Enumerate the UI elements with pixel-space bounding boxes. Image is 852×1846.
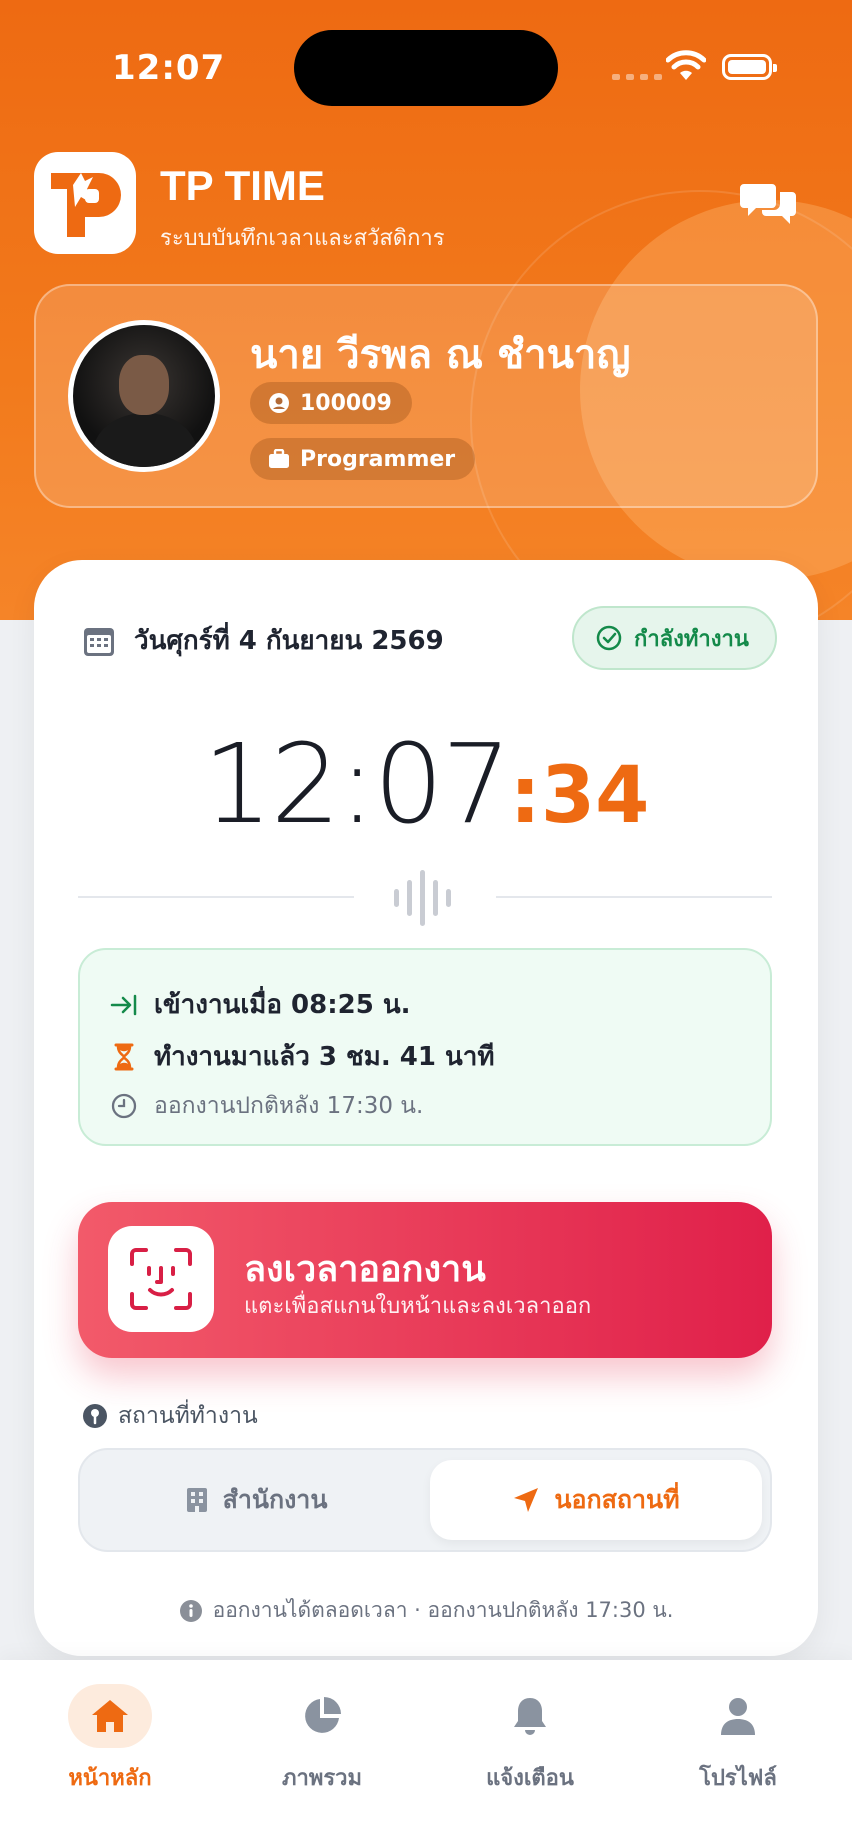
checkin-time: เข้างานเมื่อ 08:25 น. [154,990,411,1020]
normal-out-time: ออกงานปกติหลัง 17:30 น. [154,1093,424,1119]
nav-label: โปรไฟล์ [699,1766,777,1791]
wifi-icon [666,50,706,80]
nav-label: หน้าหลัก [68,1766,152,1791]
bell-icon [514,1698,546,1735]
footnote-text: ออกงานได้ตลอดเวลา · ออกงานปกติหลัง 17:30… [212,1598,674,1622]
nav-item-overview[interactable]: ภาพรวม [232,1684,412,1795]
position-badge: Programmer [250,438,476,480]
location-pin-icon [83,1404,107,1428]
employee-id: 100009 [300,390,392,416]
nav-item-notifications[interactable]: แจ้งเตือน [440,1684,620,1795]
dynamic-island [294,30,558,106]
checkout-subtitle: แตะเพื่อสแกนใบหน้าและลงเวลาออก [244,1294,592,1319]
hourglass-icon [114,1043,134,1070]
worked-line: ทำงานมาแล้ว 3 ชม. 41 นาที [110,1036,495,1077]
nav-item-profile[interactable]: โปรไฟล์ [648,1684,828,1795]
clock-hours-minutes: 12:07 [202,720,512,848]
avatar [68,320,220,472]
checkout-button[interactable]: ลงเวลาออกงาน แตะเพื่อสแกนใบหน้าและลงเวลา… [78,1202,772,1358]
location-option-outside[interactable]: นอกสถานที่ [430,1460,762,1540]
work-info-box: เข้างานเมื่อ 08:25 น. ทำงานมาแล้ว 3 ชม. … [78,948,772,1146]
location-segmented-control: สำนักงาน นอกสถานที่ [78,1448,772,1552]
chat-icon[interactable] [740,178,796,226]
worked-duration: ทำงานมาแล้ว 3 ชม. 41 นาที [154,1042,495,1072]
nav-item-home[interactable]: หน้าหลัก [20,1684,200,1795]
user-circle-icon [269,393,289,413]
info-icon [179,1599,202,1622]
user-icon [721,1698,755,1735]
divider [496,896,772,898]
divider [78,896,354,898]
status-time: 12:07 [112,48,226,88]
navigation-arrow-icon [514,1488,539,1512]
location-label: สถานที่ทำงาน [82,1398,258,1434]
office-label: สำนักงาน [222,1485,328,1514]
building-icon [186,1488,207,1512]
footnote: ออกงานได้ตลอดเวลา · ออกงานปกติหลัง 17:30… [34,1594,818,1627]
employee-id-badge: 100009 [250,382,412,424]
cellular-signal-icon [612,74,662,80]
arrow-in-icon [110,994,137,1015]
waveform-icon [394,866,451,930]
nav-label: ภาพรวม [281,1766,363,1791]
nav-label: แจ้งเตือน [486,1766,574,1791]
briefcase-icon [269,449,289,468]
status-badge-label: กำลังทำงาน [634,626,749,652]
bottom-nav: หน้าหลัก ภาพรวม แจ้งเตือน โปรไฟล์ [0,1660,852,1846]
pie-chart-icon [305,1697,341,1733]
face-scan-icon [108,1226,214,1332]
home-icon [92,1700,128,1732]
battery-icon [722,54,777,80]
position-label: Programmer [300,446,456,472]
location-label-text: สถานที่ทำงาน [118,1403,258,1429]
live-clock: 12:07:34 [34,720,818,848]
check-circle-icon [596,625,622,651]
location-option-office[interactable]: สำนักงาน [90,1460,422,1540]
brand-title: TP TIME [160,162,325,209]
clock-seconds: :34 [509,751,650,841]
status-badge: กำลังทำงาน [572,606,777,670]
normal-out-line: ออกงานปกติหลัง 17:30 น. [110,1088,423,1124]
app-logo [34,152,136,254]
calendar-icon [84,627,114,656]
brand-subtitle: ระบบบันทึกเวลาและสวัสดิการ [160,226,445,251]
today-card: วันศุกร์ที่ 4 กันยายน 2569 กำลังทำงาน 12… [34,560,818,1656]
profile-name: นาย วีรพล ณ ชำนาญ [250,332,631,378]
profile-card[interactable]: นาย วีรพล ณ ชำนาญ 100009 Programmer [34,284,818,508]
clock-icon [111,1093,137,1119]
date-text: วันศุกร์ที่ 4 กันยายน 2569 [134,626,444,656]
checkin-line: เข้างานเมื่อ 08:25 น. [110,984,410,1025]
outside-label: นอกสถานที่ [554,1485,680,1514]
date-row: วันศุกร์ที่ 4 กันยายน 2569 [82,620,444,661]
